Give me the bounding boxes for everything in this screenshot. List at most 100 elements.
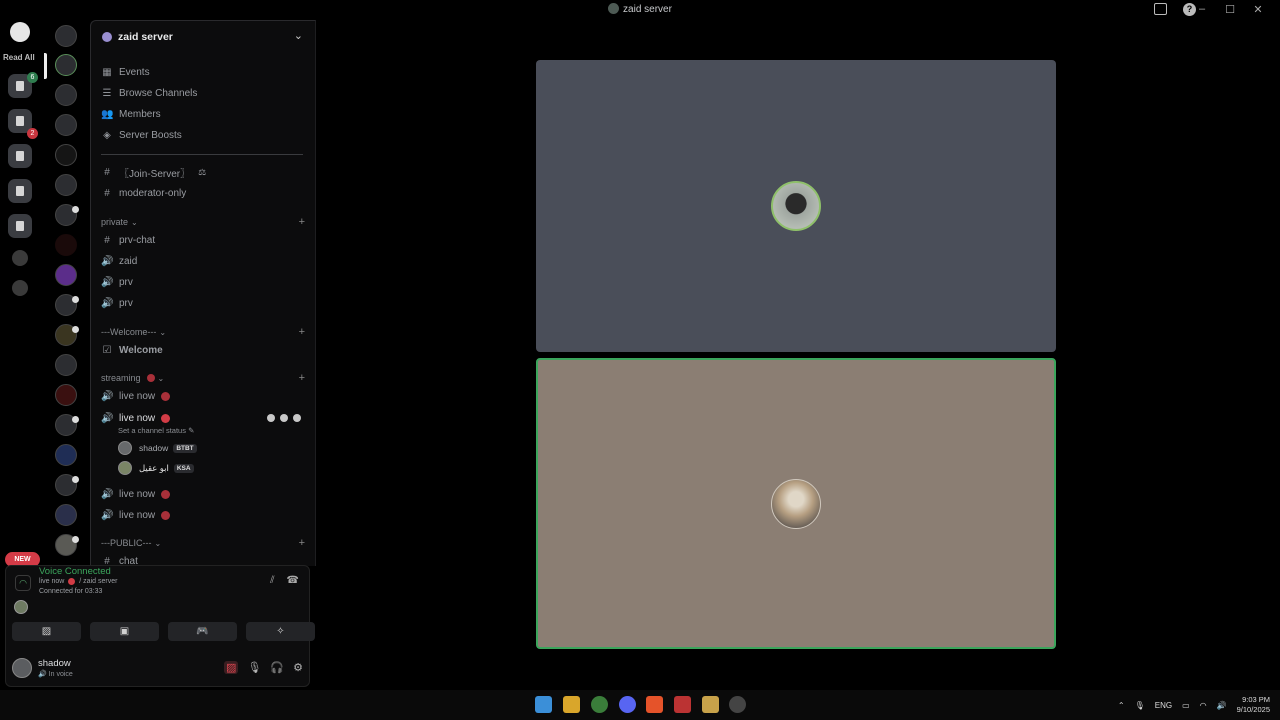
settings-icon[interactable] bbox=[293, 414, 301, 422]
voice-member[interactable]: ابو عقيل KSA bbox=[118, 460, 298, 476]
server-icon[interactable] bbox=[55, 264, 77, 286]
menu-events[interactable]: ▦ Events bbox=[101, 63, 305, 81]
app-icon[interactable] bbox=[729, 696, 746, 713]
server-icon[interactable] bbox=[55, 444, 77, 466]
noise-suppression-icon[interactable]: ⫽ bbox=[270, 575, 274, 586]
server-icon[interactable] bbox=[55, 234, 77, 256]
server-icon bbox=[608, 3, 620, 14]
signal-icon[interactable]: ◠ bbox=[15, 575, 31, 591]
server-header[interactable]: zaid server ⌄ bbox=[91, 21, 315, 55]
gear-icon[interactable]: ⚙ bbox=[293, 661, 303, 674]
member-tag: BTBT bbox=[173, 443, 197, 453]
close-button[interactable]: ✕ bbox=[1244, 3, 1272, 16]
folder-3[interactable] bbox=[8, 144, 32, 168]
server-dim-icon[interactable] bbox=[12, 250, 28, 266]
live-dot-icon bbox=[68, 578, 76, 585]
server-icon[interactable] bbox=[55, 354, 77, 376]
file-explorer-icon[interactable] bbox=[563, 696, 580, 713]
maximize-button[interactable]: ☐ bbox=[1216, 3, 1244, 16]
chevron-up-icon[interactable]: ⌃ bbox=[1118, 701, 1125, 710]
category-public[interactable]: ---PUBLIC--- ⌄ + bbox=[101, 537, 305, 549]
member-tag: KSA bbox=[173, 463, 194, 473]
chevron-down-icon[interactable]: ⌄ bbox=[294, 29, 303, 42]
channel-live-now[interactable]: 🔊 live now bbox=[101, 485, 305, 503]
soundboard-button[interactable]: ✧ bbox=[246, 622, 315, 641]
clock[interactable]: 9:03 PM 9/10/2025 bbox=[1237, 695, 1270, 715]
chevron-down-icon: ⌄ bbox=[154, 538, 162, 548]
menu-server-boosts[interactable]: ◈ Server Boosts bbox=[101, 126, 305, 144]
channel-live-now[interactable]: 🔊 live now bbox=[101, 387, 305, 405]
channel-live-now-active[interactable]: 🔊 live now bbox=[101, 409, 305, 427]
channel-prv[interactable]: 🔊 prv bbox=[101, 294, 305, 312]
language-indicator[interactable]: ENG bbox=[1155, 701, 1172, 710]
voice-status[interactable]: Voice Connected bbox=[39, 566, 111, 577]
read-all-button[interactable]: Read All bbox=[3, 53, 35, 62]
camera-off-icon[interactable]: ▨ bbox=[224, 661, 239, 674]
voice-member[interactable]: shadow BTBT bbox=[118, 440, 298, 456]
microphone-icon[interactable]: 🎙 bbox=[247, 661, 261, 674]
participant-tile-speaking[interactable] bbox=[536, 358, 1056, 649]
participant-tile[interactable] bbox=[536, 60, 1056, 352]
voice-panel: ◠ Voice Connected live now / zaid server … bbox=[5, 565, 315, 687]
menu-browse-channels[interactable]: ☰ Browse Channels bbox=[101, 84, 305, 102]
microphone-icon[interactable]: 🎙 bbox=[1135, 701, 1145, 710]
add-channel-icon[interactable]: + bbox=[299, 372, 305, 384]
server-icon[interactable] bbox=[55, 384, 77, 406]
speaker-icon: 🔊 bbox=[101, 390, 114, 402]
chrome-icon[interactable] bbox=[591, 696, 608, 713]
server-icon[interactable] bbox=[55, 174, 77, 196]
brave-icon[interactable] bbox=[646, 696, 663, 713]
disconnect-icon[interactable]: ☎ bbox=[287, 575, 299, 586]
channel-live-now[interactable]: 🔊 live now bbox=[101, 506, 305, 524]
channel-join-server[interactable]: # 〖Join-Server〗 ⚖ bbox=[101, 163, 305, 181]
add-channel-icon[interactable]: + bbox=[299, 326, 305, 338]
folder-4[interactable] bbox=[8, 179, 32, 203]
avatar[interactable] bbox=[14, 600, 28, 614]
chevron-down-icon: ⌄ bbox=[159, 327, 167, 337]
category-private[interactable]: private ⌄ + bbox=[101, 216, 305, 228]
category-streaming[interactable]: streaming ⌄ + bbox=[101, 372, 305, 384]
start-icon[interactable] bbox=[535, 696, 552, 713]
avatar[interactable] bbox=[12, 658, 32, 678]
channel-prv[interactable]: 🔊 prv bbox=[101, 273, 305, 291]
screen-share-button[interactable]: ▣ bbox=[90, 622, 159, 641]
calendar-icon: ▦ bbox=[102, 66, 112, 78]
camera-button[interactable]: ▨ bbox=[12, 622, 81, 641]
invite-icon[interactable] bbox=[280, 414, 288, 422]
channel-welcome[interactable]: ☑ Welcome bbox=[101, 341, 305, 359]
voice-channel-link[interactable]: live now / zaid server bbox=[39, 578, 117, 585]
server-icon[interactable] bbox=[55, 54, 77, 76]
channel-zaid[interactable]: 🔊 zaid bbox=[101, 252, 305, 270]
chat-icon[interactable] bbox=[267, 414, 275, 422]
folder-5[interactable] bbox=[8, 214, 32, 238]
server-icon[interactable] bbox=[55, 114, 77, 136]
headphones-icon[interactable]: 🎧 bbox=[270, 661, 284, 674]
server-icon[interactable] bbox=[55, 504, 77, 526]
inbox-icon[interactable] bbox=[1154, 3, 1167, 15]
home-icon[interactable] bbox=[10, 22, 30, 42]
add-channel-icon[interactable]: + bbox=[299, 216, 305, 228]
display-icon[interactable]: ▭ bbox=[1182, 701, 1190, 710]
live-dot-icon bbox=[161, 391, 171, 401]
channel-moderator-only[interactable]: # moderator-only bbox=[101, 184, 305, 202]
server-dim-icon[interactable] bbox=[12, 280, 28, 296]
channel-chat[interactable]: # chat bbox=[101, 552, 305, 567]
minimize-button[interactable]: – bbox=[1188, 3, 1216, 16]
app-icon[interactable] bbox=[702, 696, 719, 713]
chevron-down-icon: ⌄ bbox=[157, 373, 165, 383]
title-bar: zaid server ? – ☐ ✕ bbox=[0, 0, 1280, 20]
menu-members[interactable]: 👥 Members bbox=[101, 105, 305, 123]
server-icon[interactable] bbox=[55, 25, 77, 47]
channel-status[interactable]: Set a channel status ✎ bbox=[118, 426, 194, 435]
add-channel-icon[interactable]: + bbox=[299, 537, 305, 549]
activities-button[interactable]: 🎮 bbox=[168, 622, 237, 641]
server-icon[interactable] bbox=[55, 84, 77, 106]
username[interactable]: shadow bbox=[38, 658, 71, 669]
channel-prv-chat[interactable]: # prv-chat bbox=[101, 231, 305, 249]
wifi-icon[interactable]: ◠ bbox=[1200, 701, 1207, 710]
discord-icon[interactable] bbox=[619, 696, 636, 713]
app-icon[interactable] bbox=[674, 696, 691, 713]
category-welcome[interactable]: ---Welcome--- ⌄ + bbox=[101, 326, 305, 338]
server-icon[interactable] bbox=[55, 144, 77, 166]
volume-icon[interactable]: 🔊 bbox=[1217, 701, 1227, 710]
